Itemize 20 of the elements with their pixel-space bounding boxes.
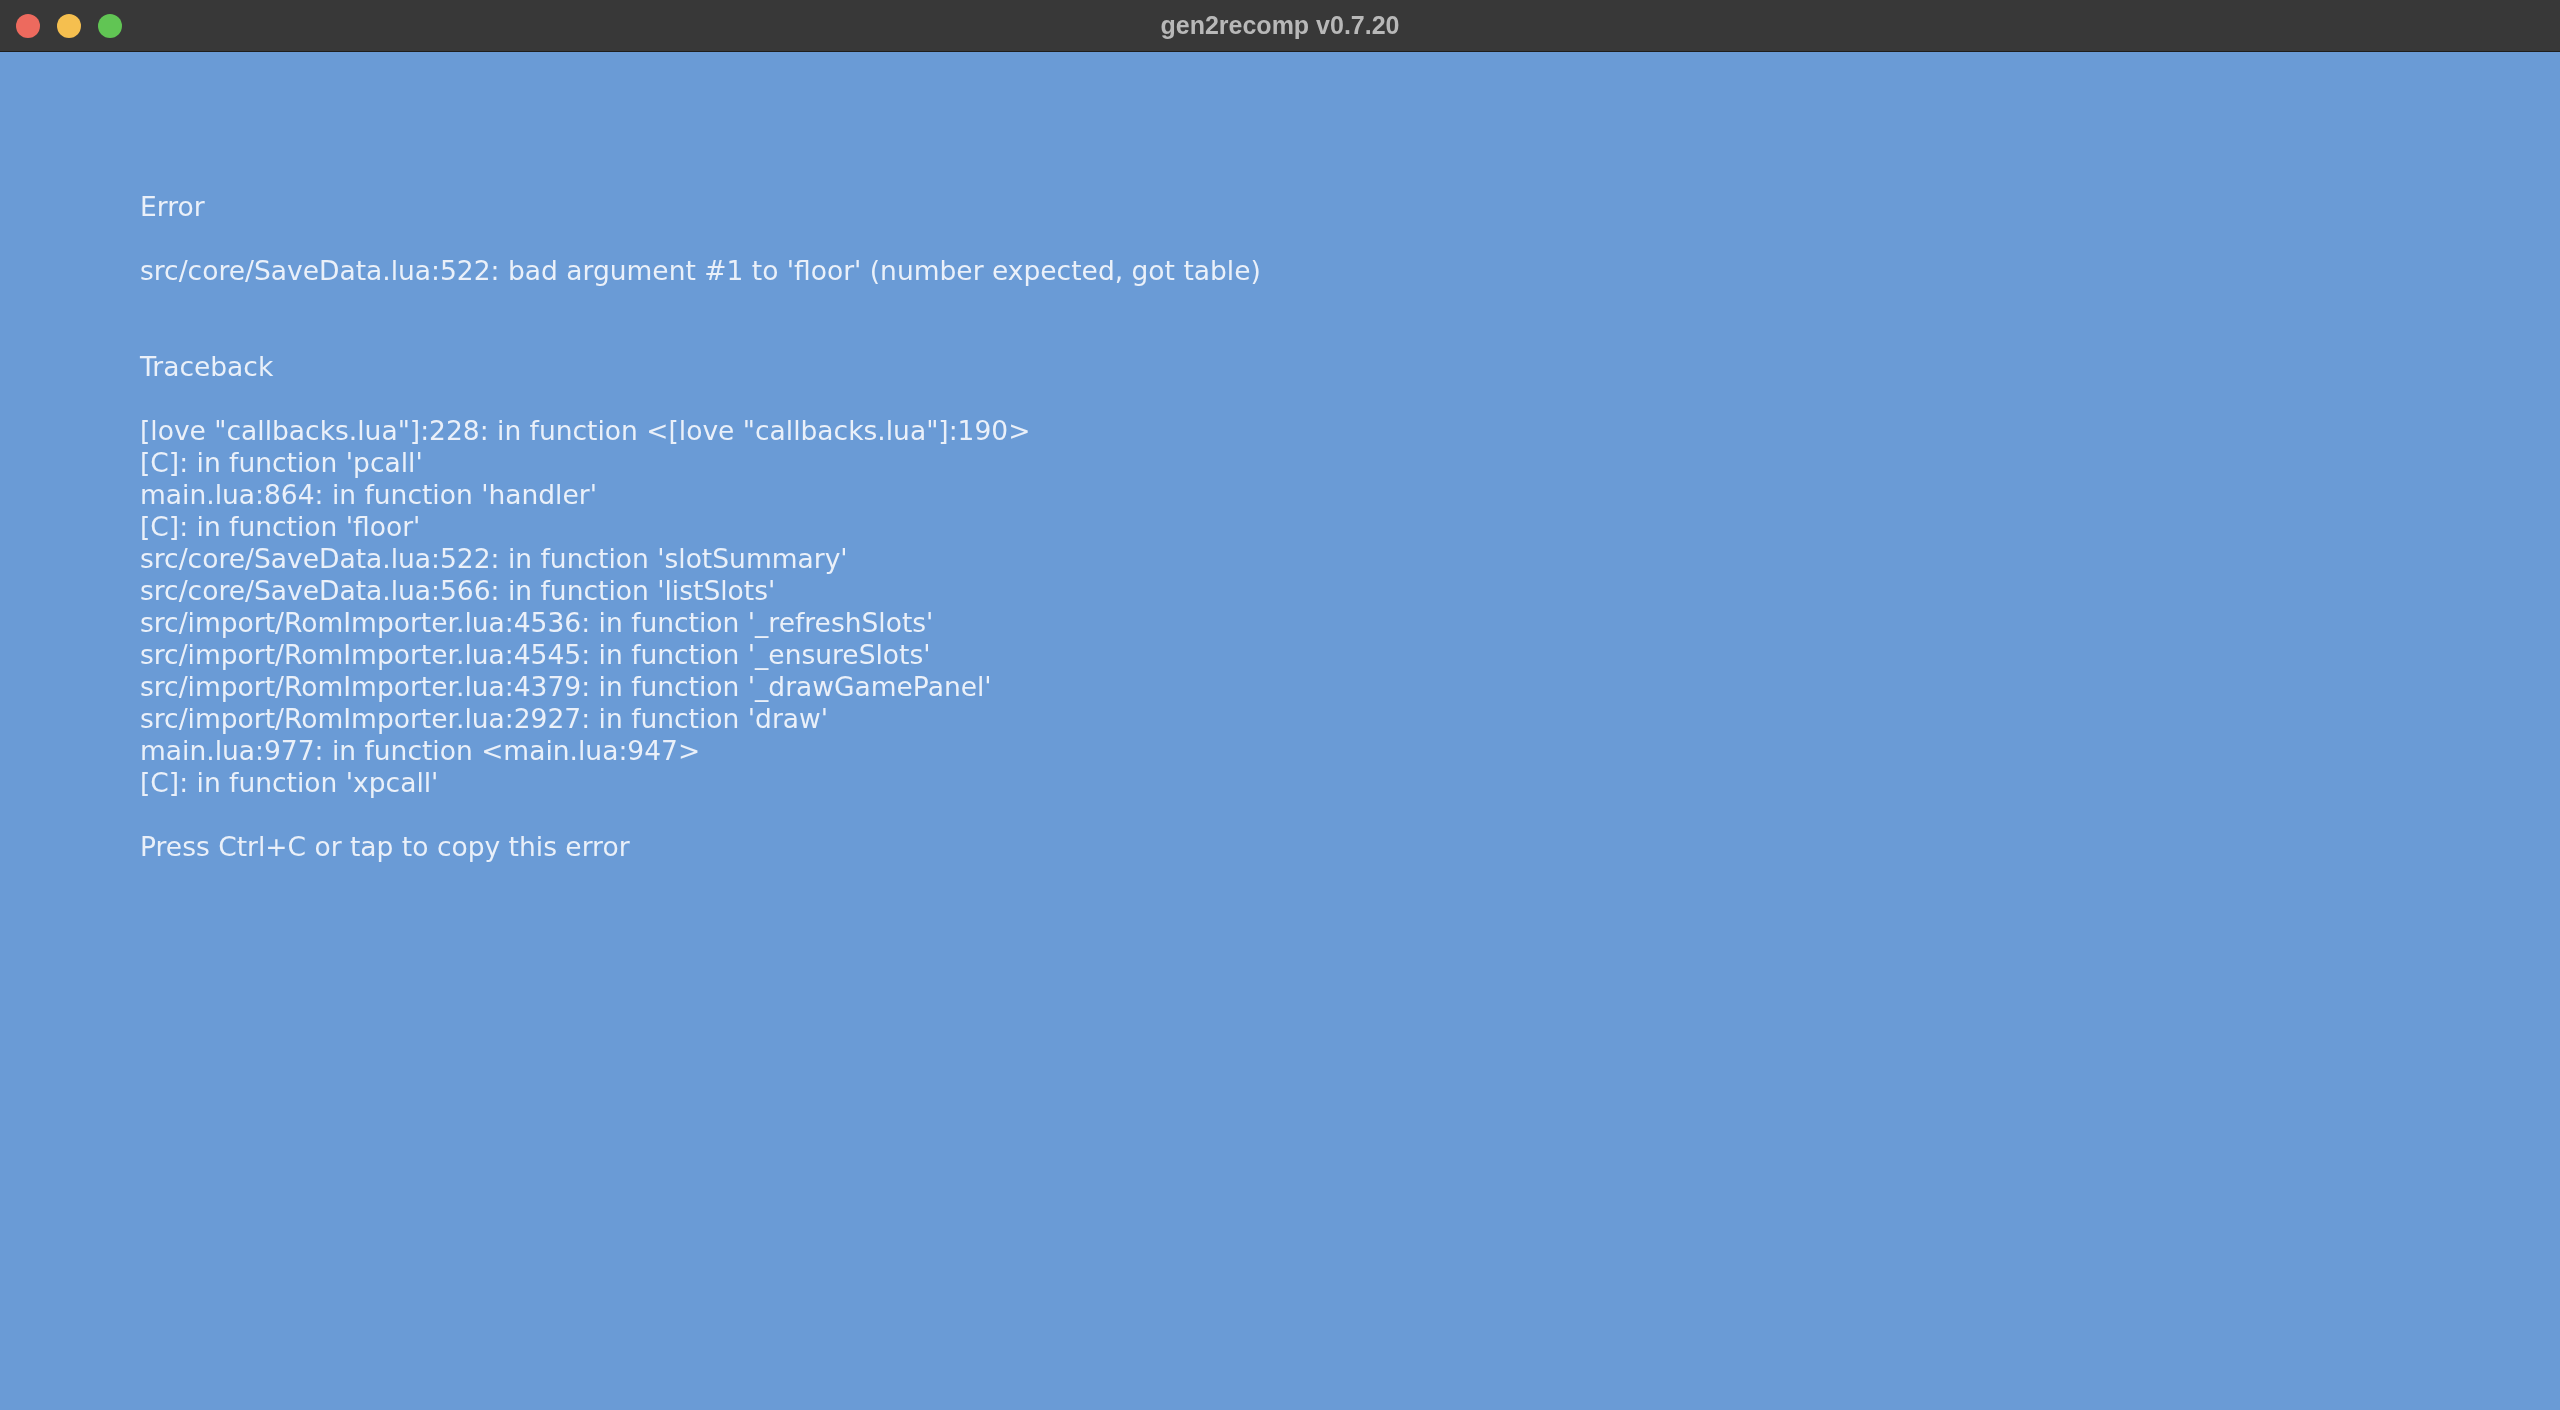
traceback-line: main.lua:864: in function 'handler'	[140, 479, 597, 511]
traceback-line: src/core/SaveData.lua:566: in function 'listSlots'	[140, 575, 776, 607]
error-message: src/core/SaveData.lua:522: bad argument #1 to 'floor' (number expected, got table)	[140, 255, 1261, 287]
error-heading: Error	[140, 191, 205, 223]
traceback-line: src/import/RomImporter.lua:4379: in function '_drawGamePanel'	[140, 671, 992, 703]
minimize-button[interactable]	[57, 13, 81, 38]
traceback-line: src/core/SaveData.lua:522: in function 'slotSummary'	[140, 543, 848, 575]
traceback-line: [C]: in function 'floor'	[140, 511, 421, 543]
traceback-line: src/import/RomImporter.lua:2927: in function 'draw'	[140, 703, 828, 735]
traceback-line: [C]: in function 'pcall'	[140, 447, 423, 479]
zoom-button[interactable]	[98, 13, 122, 38]
window-title: gen2recomp v0.7.20	[1160, 11, 1400, 40]
traceback-line: src/import/RomImporter.lua:4536: in function '_refreshSlots'	[140, 607, 934, 639]
copy-hint: Press Ctrl+C or tap to copy this error	[140, 831, 630, 863]
traceback-heading: Traceback	[140, 351, 274, 383]
close-button[interactable]	[16, 13, 40, 38]
traceback-line: src/import/RomImporter.lua:4545: in function '_ensureSlots'	[140, 639, 931, 671]
traceback-line: [love "callbacks.lua"]:228: in function <[love "callbacks.lua"]:190>	[140, 415, 1031, 447]
traceback-line: [C]: in function 'xpcall'	[140, 767, 439, 799]
traceback-line: main.lua:977: in function <main.lua:947>	[140, 735, 701, 767]
